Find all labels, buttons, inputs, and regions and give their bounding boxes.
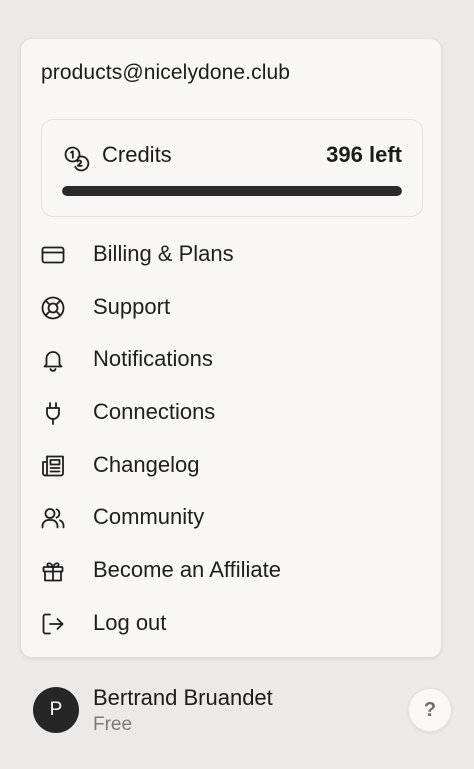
- menu-item-label: Changelog: [93, 451, 200, 477]
- menu-item-become-affiliate[interactable]: Become an Affiliate: [21, 545, 441, 598]
- menu-item-label: Support: [93, 293, 171, 319]
- menu-item-label: Community: [93, 504, 205, 530]
- credits-panel: Credits 396 left: [41, 119, 423, 217]
- menu-item-connections[interactable]: Connections: [21, 387, 441, 440]
- menu-item-label: Log out: [93, 609, 167, 635]
- credits-progress-bar: [62, 186, 402, 196]
- plug-icon: [40, 400, 66, 426]
- users-icon: [40, 505, 66, 531]
- account-email: products@nicelydone.club: [41, 61, 291, 84]
- account-menu: products@nicelydone.club Credits 396 lef…: [20, 38, 442, 658]
- logout-icon: [40, 611, 66, 637]
- help-button[interactable]: ?: [408, 688, 452, 732]
- coins-icon: [62, 144, 90, 172]
- menu-item-label: Billing & Plans: [93, 241, 234, 266]
- credits-progress-fill: [62, 186, 402, 196]
- bell-icon: [40, 347, 66, 373]
- user-plan: Free: [93, 714, 133, 735]
- menu-list: Billing & Plans Support Notifications Co…: [21, 229, 441, 651]
- credits-remaining: 396 left: [326, 142, 402, 167]
- menu-item-billing-plans[interactable]: Billing & Plans: [21, 229, 441, 282]
- avatar[interactable]: P: [33, 687, 79, 733]
- menu-item-changelog[interactable]: Changelog: [21, 440, 441, 493]
- lifebuoy-icon: [40, 295, 66, 321]
- credit-card-icon: [40, 242, 66, 268]
- credits-label: Credits: [102, 142, 172, 167]
- user-name[interactable]: Bertrand Bruandet: [93, 685, 273, 711]
- user-footer: P Bertrand Bruandet Free ?: [0, 680, 474, 750]
- newspaper-icon: [40, 453, 66, 479]
- menu-item-label: Notifications: [93, 346, 213, 372]
- menu-item-notifications[interactable]: Notifications: [21, 334, 441, 387]
- menu-item-label: Become an Affiliate: [93, 557, 281, 583]
- menu-item-community[interactable]: Community: [21, 492, 441, 545]
- menu-item-log-out[interactable]: Log out: [21, 598, 441, 651]
- menu-item-support[interactable]: Support: [21, 282, 441, 335]
- menu-item-label: Connections: [93, 399, 216, 425]
- gift-icon: [40, 558, 66, 584]
